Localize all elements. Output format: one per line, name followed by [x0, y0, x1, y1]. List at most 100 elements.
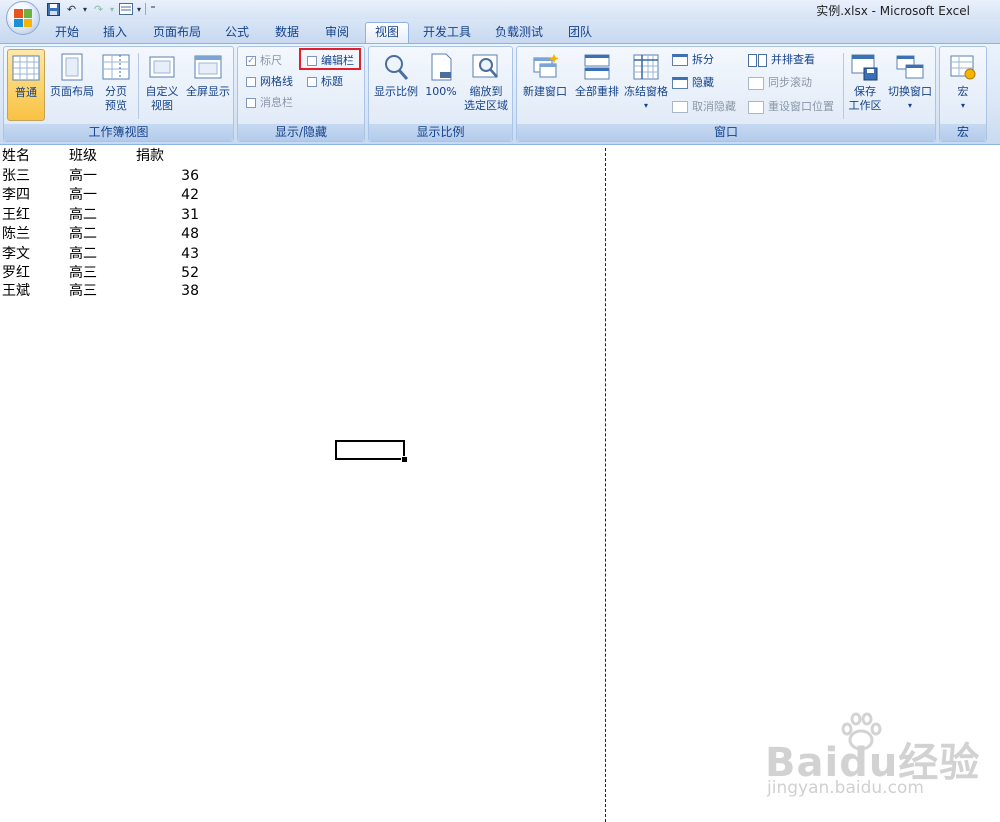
ruler-checkbox[interactable]: ✓ 标尺 — [246, 52, 282, 70]
cell-class[interactable]: 高三 — [69, 264, 97, 283]
macros-group-label: 宏 — [940, 124, 986, 141]
qat-separator — [145, 3, 146, 15]
zoom-100-icon — [426, 52, 456, 82]
cell-donation[interactable]: 43 — [181, 245, 199, 264]
tab-page-layout[interactable]: 页面布局 — [150, 23, 204, 41]
zoom-to-selection-button[interactable]: 缩放到 选定区域 — [461, 49, 511, 121]
macros-button[interactable]: 宏 ▾ — [944, 49, 982, 121]
full-screen-button[interactable]: 全屏显示 — [184, 49, 232, 121]
custom-views-button[interactable]: 自定义 视图 — [142, 49, 182, 121]
hide-button[interactable]: 隐藏 — [672, 74, 714, 92]
headings-checkbox[interactable]: 标题 — [307, 73, 343, 91]
cell-donation[interactable]: 48 — [181, 225, 199, 244]
message-bar-label: 消息栏 — [260, 96, 293, 109]
cell-name[interactable]: 陈兰 — [2, 225, 30, 244]
cell-name[interactable]: 李文 — [2, 245, 30, 264]
cell-class[interactable]: 高一 — [69, 186, 97, 205]
cell-class[interactable]: 高三 — [69, 282, 97, 301]
redo-dropdown-icon[interactable]: ▾ — [109, 2, 115, 16]
table-row: 陈兰 高二 48 — [0, 225, 220, 244]
reset-window-position-button[interactable]: 重设窗口位置 — [748, 98, 834, 116]
page-layout-view-button[interactable]: 页面布局 — [48, 49, 96, 121]
page-break-preview-button[interactable]: 分页 预览 — [99, 49, 133, 121]
normal-view-button[interactable]: 普通 — [7, 49, 45, 121]
tab-insert[interactable]: 插入 — [100, 23, 130, 41]
split-button[interactable]: 拆分 — [672, 51, 714, 69]
cell-name[interactable]: 张三 — [2, 167, 30, 186]
cell-name[interactable]: 罗红 — [2, 264, 30, 283]
active-cell-selection[interactable] — [335, 440, 405, 460]
cell-name[interactable]: 李四 — [2, 186, 30, 205]
arrange-all-button[interactable]: 全部重排 — [573, 49, 621, 121]
form-icon[interactable] — [118, 2, 133, 16]
undo-dropdown-icon[interactable]: ▾ — [82, 2, 88, 16]
tab-formulas[interactable]: 公式 — [222, 23, 252, 41]
zoom-label: 显示比例 — [374, 85, 418, 98]
cell-name[interactable]: 王红 — [2, 206, 30, 225]
reset-position-icon — [748, 100, 764, 114]
view-side-by-side-button[interactable]: 并排查看 — [748, 51, 815, 69]
header-name[interactable]: 姓名 — [2, 147, 30, 166]
cell-donation[interactable]: 52 — [181, 264, 199, 283]
sync-scroll-icon — [748, 76, 764, 90]
office-logo-icon — [14, 9, 32, 27]
unhide-label: 取消隐藏 — [692, 100, 736, 113]
tab-view[interactable]: 视图 — [365, 22, 409, 44]
cell-class[interactable]: 高一 — [69, 167, 97, 186]
ruler-check-icon: ✓ — [246, 56, 256, 66]
cell-donation[interactable]: 31 — [181, 206, 199, 225]
undo-icon[interactable]: ↶ — [64, 2, 79, 16]
redo-icon[interactable]: ↷ — [91, 2, 106, 16]
unhide-icon — [672, 101, 688, 113]
freeze-panes-dropdown-icon[interactable]: ▾ — [623, 99, 669, 113]
table-row: 罗红 高三 52 — [0, 264, 220, 283]
switch-windows-label: 切换窗口 — [888, 85, 932, 98]
cell-class[interactable]: 高二 — [69, 245, 97, 264]
save-workspace-button[interactable]: 保存 工作区 — [847, 49, 883, 121]
gridlines-check-icon — [246, 77, 256, 87]
switch-windows-button[interactable]: 切换窗口 ▾ — [885, 49, 935, 121]
qat-dropdown-icon[interactable]: ▾ — [136, 2, 142, 16]
freeze-panes-button[interactable]: 冻结窗格 ▾ — [623, 49, 669, 121]
baidu-watermark: Baidu经验 jingyan.baidu.com — [745, 712, 985, 802]
message-bar-checkbox[interactable]: 消息栏 — [246, 94, 293, 112]
sync-scroll-label: 同步滚动 — [768, 76, 812, 89]
arrange-all-icon — [582, 52, 612, 82]
ribbon-tab-row: 开始 插入 页面布局 公式 数据 审阅 视图 开发工具 负载测试 团队 — [0, 19, 1000, 44]
cell-class[interactable]: 高二 — [69, 206, 97, 225]
header-class[interactable]: 班级 — [69, 147, 97, 166]
zoom-button[interactable]: 显示比例 — [371, 49, 421, 121]
cell-donation[interactable]: 36 — [181, 167, 199, 186]
tab-review[interactable]: 审阅 — [322, 23, 352, 41]
gridlines-checkbox[interactable]: 网格线 — [246, 73, 293, 91]
ribbon: 普通 页面布局 分页 预览 自定义 视图 全屏显示 工作簿视图 ✓ 标尺 网格线… — [0, 43, 1000, 145]
cell-donation[interactable]: 42 — [181, 186, 199, 205]
ruler-label: 标尺 — [260, 54, 282, 67]
tab-load-test[interactable]: 负载测试 — [492, 23, 546, 41]
macros-dropdown-icon[interactable]: ▾ — [944, 99, 982, 113]
unhide-button[interactable]: 取消隐藏 — [672, 98, 736, 116]
zoom-100-button[interactable]: 100% — [423, 49, 459, 121]
cell-name[interactable]: 王斌 — [2, 282, 30, 301]
macros-label: 宏 — [957, 85, 969, 98]
office-button[interactable] — [6, 1, 40, 35]
synchronous-scrolling-button[interactable]: 同步滚动 — [748, 74, 812, 92]
fill-handle[interactable] — [401, 456, 408, 463]
page-break-label-2: 预览 — [105, 99, 127, 112]
tab-data[interactable]: 数据 — [272, 23, 302, 41]
cell-class[interactable]: 高二 — [69, 225, 97, 244]
tab-team[interactable]: 团队 — [565, 23, 595, 41]
header-donation[interactable]: 捐款 — [136, 147, 164, 166]
split-label: 拆分 — [692, 53, 714, 66]
save-icon[interactable] — [46, 2, 61, 16]
new-window-button[interactable]: 新建窗口 — [519, 49, 571, 121]
switch-windows-dropdown-icon[interactable]: ▾ — [885, 99, 935, 113]
page-layout-icon — [57, 52, 87, 82]
customize-qat-icon[interactable]: ⁼ — [149, 2, 157, 16]
full-screen-label: 全屏显示 — [186, 85, 230, 98]
group-workbook-views: 普通 页面布局 分页 预览 自定义 视图 全屏显示 工作簿视图 — [3, 46, 234, 142]
quick-access-toolbar: ↶ ▾ ↷ ▾ ▾ ⁼ — [46, 1, 157, 17]
tab-developer[interactable]: 开发工具 — [420, 23, 474, 41]
tab-home[interactable]: 开始 — [52, 23, 82, 41]
cell-donation[interactable]: 38 — [181, 282, 199, 301]
